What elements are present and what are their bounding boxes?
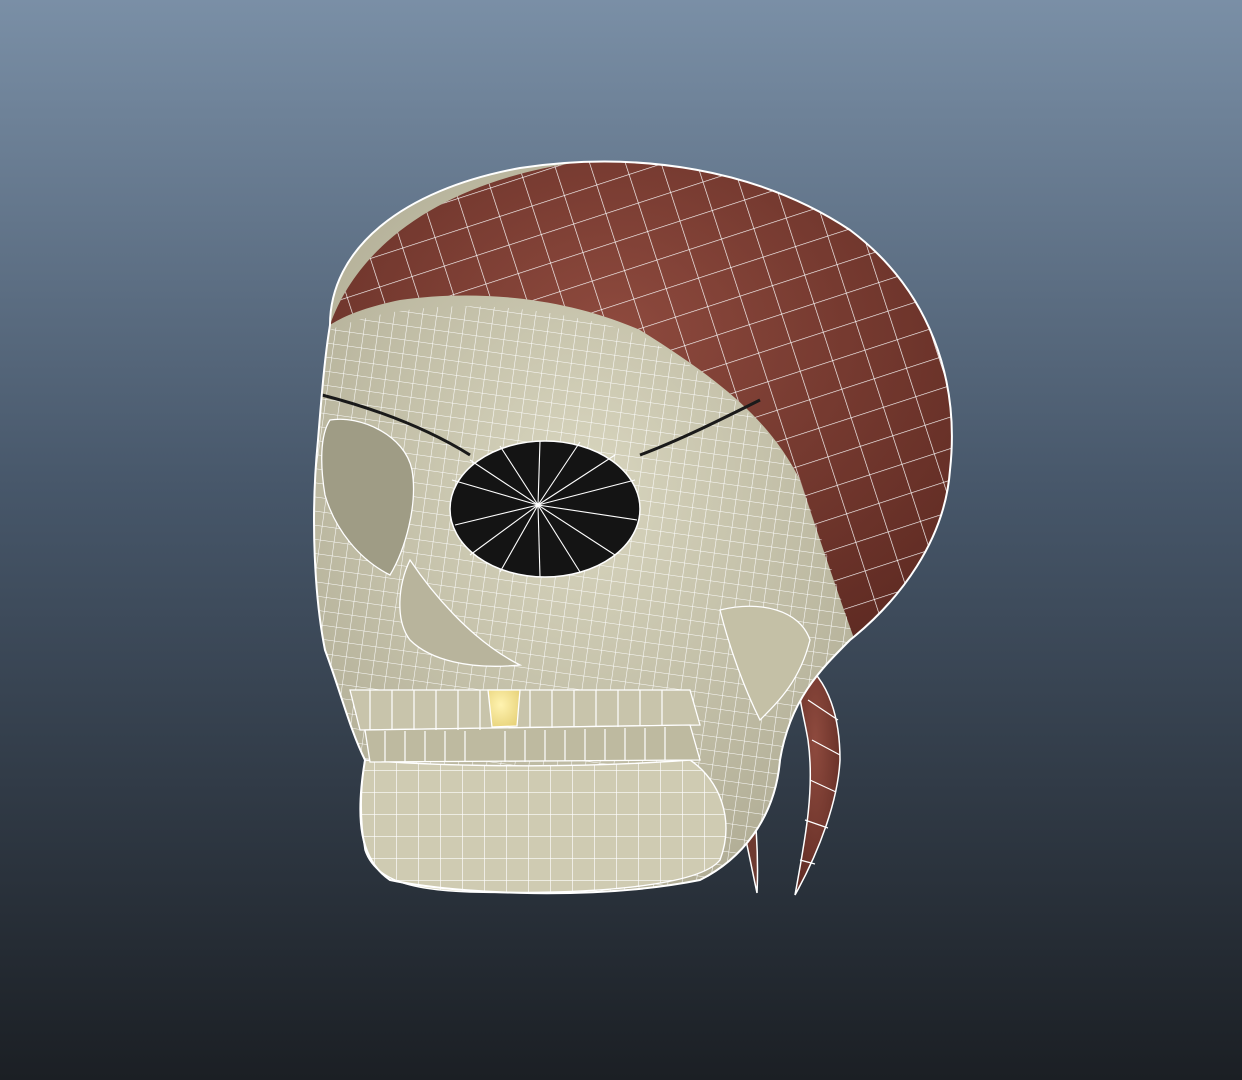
jaw — [360, 759, 727, 894]
viewport-canvas[interactable] — [0, 0, 1242, 1080]
teeth — [349, 689, 701, 763]
eye-patch[interactable] — [449, 440, 641, 578]
3d-viewport[interactable] — [0, 0, 1242, 1080]
gold-tooth[interactable] — [487, 689, 521, 728]
